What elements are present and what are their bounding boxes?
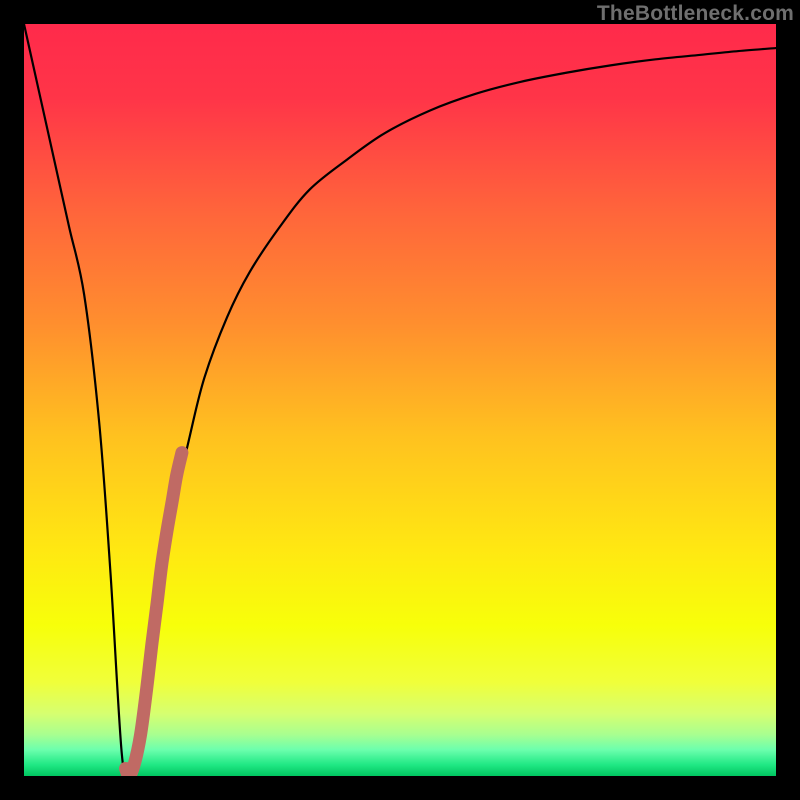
bottleneck-chart: [0, 0, 800, 800]
watermark-text: TheBottleneck.com: [597, 2, 794, 26]
chart-stage: TheBottleneck.com: [0, 0, 800, 800]
gradient-background: [24, 24, 776, 776]
